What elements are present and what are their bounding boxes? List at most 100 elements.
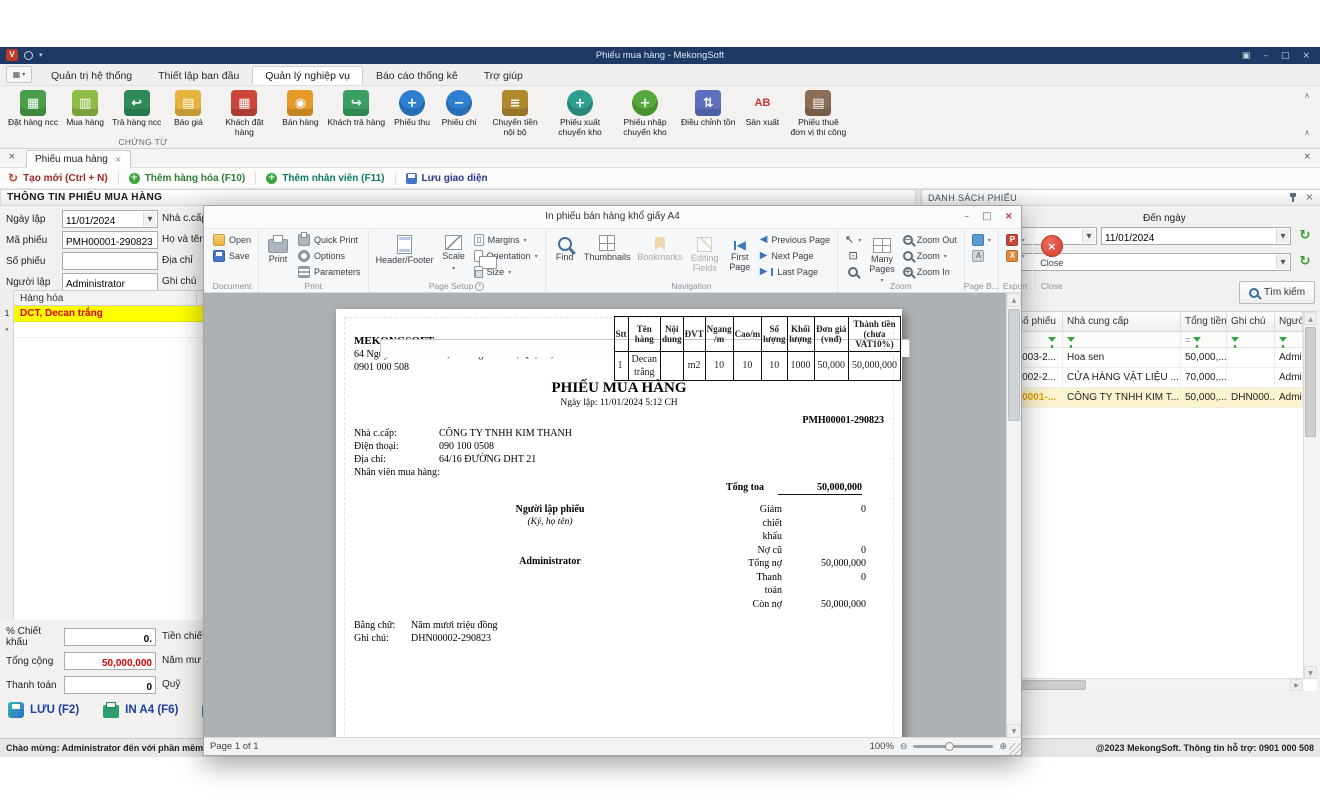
column-header-note[interactable]: Ghi chú xyxy=(1227,312,1275,331)
save-button[interactable]: Save xyxy=(210,248,254,264)
menu-tab[interactable]: Quản trị hệ thống xyxy=(38,66,145,85)
filter-operator[interactable]: = xyxy=(1185,335,1190,345)
vertical-scrollbar[interactable]: ▲ ▼ xyxy=(1303,312,1317,679)
ribbon-button[interactable]: + Phiếu nhập chuyển kho xyxy=(614,87,676,138)
column-header-total[interactable]: Tổng tiền xyxy=(1181,312,1227,331)
new-record-button[interactable]: ↻ Tạo mới (Ctrl + N) xyxy=(8,172,108,184)
menu-tab[interactable]: Quản lý nghiệp vụ xyxy=(252,66,363,85)
paid-input[interactable] xyxy=(65,680,155,696)
number-field[interactable] xyxy=(62,252,158,270)
dialog-close-icon[interactable]: × xyxy=(1005,206,1013,228)
menu-tab[interactable]: Thiết lập ban đầu xyxy=(145,66,252,85)
scroll-right-icon[interactable]: ▶ xyxy=(1290,679,1303,691)
zoom-in-icon[interactable]: ⊕ xyxy=(999,742,1007,752)
minimize-icon[interactable]: – xyxy=(1263,51,1268,61)
close-preview-button[interactable]: ×Close xyxy=(1037,232,1067,269)
ribbon-collapse-icon[interactable]: ∧ xyxy=(1304,91,1310,100)
discount-input[interactable] xyxy=(65,632,155,648)
save-button[interactable]: LƯU (F2) xyxy=(8,702,79,718)
code-input[interactable] xyxy=(63,235,157,251)
zoom-slider-thumb[interactable] xyxy=(945,742,954,751)
menu-tab[interactable]: Báo cáo thống kê xyxy=(363,66,471,85)
discount-field[interactable] xyxy=(64,628,156,646)
maximize-icon[interactable]: □ xyxy=(1281,51,1290,61)
number-input[interactable] xyxy=(63,256,157,272)
column-header-user[interactable]: Người xyxy=(1275,312,1303,331)
zoom-in-button[interactable]: +Zoom In xyxy=(900,264,960,280)
refresh-icon[interactable]: ↻ xyxy=(1297,254,1313,270)
orientation-button[interactable]: Orientation▾ xyxy=(471,248,541,264)
preview-area[interactable]: MEKONGSOFT 64 Nguyễn Đình Chiểu, Phường … xyxy=(204,293,1021,738)
ribbon-button[interactable]: ▤ Báo giá xyxy=(166,87,210,129)
ribbon-button[interactable]: ↩ Trả hàng ncc xyxy=(110,87,163,129)
ribbon-button[interactable]: − Phiếu chi xyxy=(437,87,481,129)
ribbon-button[interactable]: + Phiếu thu xyxy=(390,87,434,129)
tab-phieu-mua-hang[interactable]: Phiếu mua hàng × xyxy=(26,150,131,168)
options-button[interactable]: Options xyxy=(295,248,364,264)
add-employee-button[interactable]: + Thêm nhân viên (F11) xyxy=(266,173,384,184)
ribbon-button[interactable]: ▦ Khách đặt hàng xyxy=(213,87,275,138)
size-button[interactable]: Size▾ xyxy=(471,264,541,280)
header-footer-button[interactable]: Header/Footer xyxy=(373,232,437,266)
zoom-button[interactable]: Zoom▾ xyxy=(900,248,960,264)
filter-icon[interactable] xyxy=(1279,337,1287,342)
hand-tool-button[interactable]: ⊡ xyxy=(845,248,860,264)
ribbon-button[interactable]: + Phiếu xuất chuyển kho xyxy=(549,87,611,138)
filter-icon[interactable] xyxy=(1193,337,1201,342)
fullscreen-icon[interactable]: ▣ xyxy=(1242,51,1251,61)
total-field[interactable] xyxy=(64,652,156,670)
export-pdf-button[interactable]: ▾ xyxy=(1003,232,1028,248)
close-tab-icon[interactable]: × xyxy=(8,152,16,162)
column-header-supplier[interactable]: Nhà cung cấp xyxy=(1063,312,1181,331)
total-input[interactable] xyxy=(65,656,155,672)
ribbon-button[interactable]: ▥ Mua hàng xyxy=(63,87,107,129)
print-a4-button[interactable]: IN A4 (F6) xyxy=(103,702,178,718)
scrollbar-thumb[interactable] xyxy=(1305,327,1316,437)
parameters-button[interactable]: Parameters xyxy=(295,264,364,280)
close-all-icon[interactable]: × xyxy=(1303,152,1311,162)
add-product-button[interactable]: + Thêm hàng hóa (F10) xyxy=(129,173,246,184)
refresh-icon[interactable]: ↻ xyxy=(1297,228,1313,244)
ribbon-button[interactable]: ◉ Bán hàng xyxy=(278,87,322,129)
filter-icon[interactable] xyxy=(1048,337,1056,342)
paid-field[interactable] xyxy=(64,676,156,694)
scroll-up-icon[interactable]: ▲ xyxy=(1304,312,1317,325)
app-menu-button[interactable]: ▦▾ xyxy=(6,66,32,83)
open-button[interactable]: Open xyxy=(210,232,254,248)
preview-scrollbar[interactable]: ▲ ▼ xyxy=(1006,293,1021,738)
dialog-titlebar[interactable]: In phiếu bán hàng khổ giấy A4 – □ × xyxy=(204,206,1021,229)
print-button[interactable]: Print xyxy=(263,232,293,265)
ribbon-button[interactable]: AB Sản xuất xyxy=(740,87,784,129)
zoom-out-button[interactable]: −Zoom Out xyxy=(900,232,960,248)
margins-button[interactable]: Margins▾ xyxy=(471,232,541,248)
page-color-button[interactable]: ▾ xyxy=(969,232,994,248)
date-picker[interactable]: ▼ xyxy=(62,210,158,228)
save-layout-button[interactable]: Lưu giao diện xyxy=(406,173,488,184)
dialog-minimize-icon[interactable]: – xyxy=(964,206,969,228)
zoom-slider[interactable] xyxy=(913,745,993,748)
scroll-up-icon[interactable]: ▲ xyxy=(1007,293,1021,307)
watermark-button[interactable] xyxy=(969,248,994,264)
menu-tab[interactable]: Trợ giúp xyxy=(471,66,536,85)
filter-icon[interactable] xyxy=(1231,337,1239,342)
close-panel-icon[interactable]: × xyxy=(1305,193,1314,203)
code-field[interactable] xyxy=(62,231,158,249)
ribbon-button[interactable]: ▦ Đặt hàng ncc xyxy=(6,87,60,129)
scroll-down-icon[interactable]: ▼ xyxy=(1007,724,1021,738)
chevron-down-icon[interactable]: ▼ xyxy=(1276,229,1289,243)
export-send-button[interactable]: ▾ xyxy=(1003,248,1028,264)
ribbon-button[interactable]: ⇅ Điều chỉnh tồn xyxy=(679,87,737,129)
find-button[interactable]: Find xyxy=(550,232,580,263)
pin-icon[interactable] xyxy=(1289,193,1297,203)
to-date-input[interactable] xyxy=(1102,231,1290,247)
next-page-button[interactable]: ▶Next Page xyxy=(757,248,833,264)
thumbnails-button[interactable]: Thumbnails xyxy=(582,232,633,263)
filter-icon[interactable] xyxy=(1067,337,1075,342)
tab-close-icon[interactable]: × xyxy=(115,155,122,164)
scale-button[interactable]: Scale▾ xyxy=(439,232,469,273)
chevron-down-icon[interactable]: ▼ xyxy=(1276,255,1289,269)
scroll-down-icon[interactable]: ▼ xyxy=(1304,666,1317,679)
zoom-out-icon[interactable]: ⊖ xyxy=(900,742,908,752)
creator-field[interactable] xyxy=(62,273,158,291)
dialog-launcher-icon[interactable]: ‹ xyxy=(475,282,484,291)
